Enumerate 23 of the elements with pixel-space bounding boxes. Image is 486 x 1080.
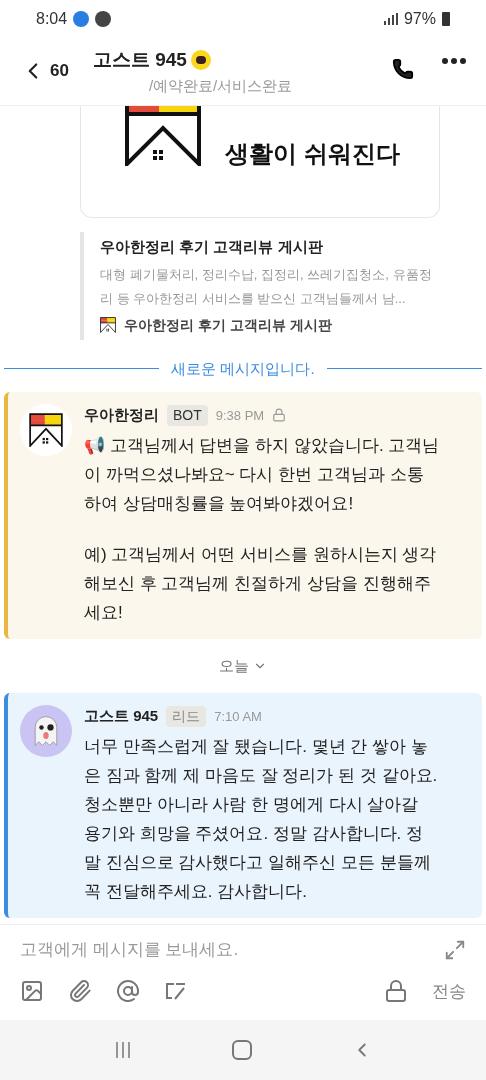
new-messages-divider: 새로운 메시지입니다. [171,358,315,379]
clock: 8:04 [36,9,68,29]
role-badge: 리드 [166,705,207,727]
link-preview[interactable]: 우아한정리 후기 고객리뷰 게시판 대형 폐기물처리, 정리수납, 집정리, 쓰레기집청소, 유품정리 등 우아한정리 서비스를 받으신 고객님들께서 남... 우아한정리 후기 고객리뷰 게시판 [80,232,440,340]
chat-subtitle: /예약완료/서비스완료 [148,75,294,96]
link-title: 우아한정리 후기 고객리뷰 게시판 [100,237,324,257]
logo-tagline: 생활이 쉬워진다 [225,139,400,169]
message-text: 너무 만족스럽게 잘 됐습니다. 몇년 간 쌓아 놓은 짐과 함께 제 마음도 잘 정리가 된 것 같아요. 청소뿐만 아니라 사람 한 명에게 다시 살아갈 용기와 희망을 주셨어요. 정말 감사합니다. 정말 진심으로 감사했다고 일해주신 모든 분들께 꼭 전달해주세요. 감사합니다. [84,735,439,903]
message-text: 📢 고객님께서 답변을 하지 않았습니다. 고객님이 까먹으셨나봐요~ 다시 한번 고객님과 소통하여 상담매칭률을 높여봐야겠어요! [84,434,441,515]
back-button[interactable]: 60 [20,58,69,84]
sender-name: 고스트 945 [84,706,159,726]
message-text: 예) 고객님께서 어떤 서비스를 원하시는지 생각해보신 후 고객님께 친절하게 상담을 진행해주세요! [84,543,438,624]
link-description: 대형 폐기물처리, 정리수납, 집정리, 쓰레기집청소, 유품정리 등 우아한정리 서비스를 받으신 고객님들께서 남... [100,265,433,308]
link-source: 우아한정리 후기 고객리뷰 게시판 [124,315,332,335]
message-time: 9:38 PM [215,406,265,425]
send-button[interactable]: 전송 [432,978,466,1004]
message-time: 7:10 AM [214,707,262,726]
chat-title: 고스트 945 [92,48,187,72]
sender-name: 우아한정리 [84,405,159,425]
role-badge: BOT [167,404,208,426]
battery-level: 97% [403,9,436,29]
message-input[interactable]: 고객에게 메시지를 보내세요. [20,937,444,963]
date-separator[interactable]: 오늘 [219,654,267,677]
